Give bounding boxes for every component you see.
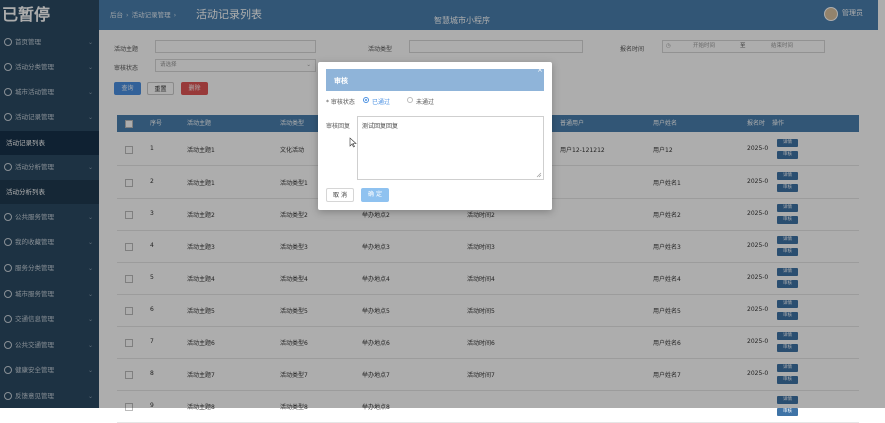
close-icon[interactable]: × (537, 66, 543, 74)
resize-grip-icon[interactable] (536, 172, 542, 178)
audit-button[interactable]: 审核 (777, 408, 798, 416)
confirm-button[interactable]: 确 定 (361, 188, 389, 202)
reply-textarea-value: 测试回复回复 (362, 123, 399, 130)
radio-pass[interactable] (363, 97, 369, 103)
radio-fail-label[interactable]: 未通过 (416, 97, 434, 106)
radio-fail[interactable] (407, 97, 413, 103)
radio-pass-label[interactable]: 已通过 (372, 97, 390, 106)
reply-label: 审核回复 (326, 123, 351, 130)
mouse-cursor-icon (349, 137, 357, 148)
audit-dialog-header (326, 69, 544, 91)
cancel-button[interactable]: 取 消 (326, 188, 354, 202)
audit-dialog-title: 审核 (334, 77, 348, 85)
audit-status-label: * 审核状态 (326, 99, 355, 106)
